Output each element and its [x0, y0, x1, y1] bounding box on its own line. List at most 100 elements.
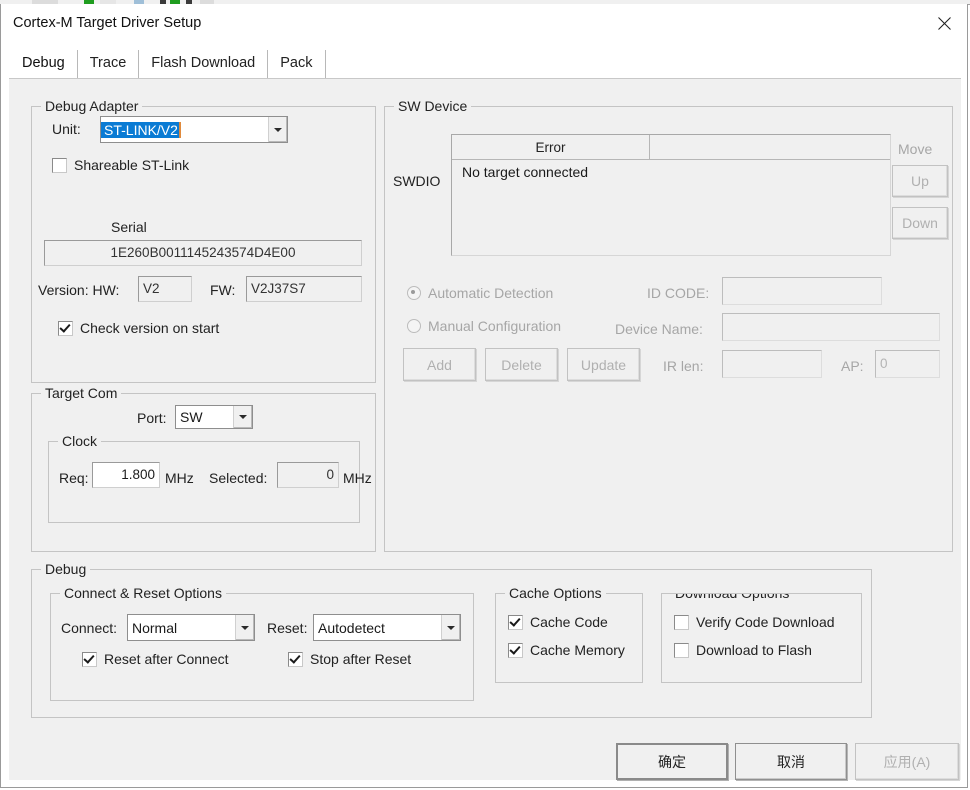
column-header-blank[interactable] [650, 135, 890, 159]
id-code-label: ID CODE: [647, 285, 709, 301]
reset-after-connect-checkbox[interactable]: Reset after Connect [82, 651, 229, 667]
selected-label: Selected: [209, 470, 267, 486]
port-combobox[interactable]: SW [175, 405, 253, 429]
stop-after-reset-checkbox[interactable]: Stop after Reset [288, 651, 411, 667]
chevron-down-icon[interactable] [267, 117, 287, 142]
verify-code-download-checkbox[interactable]: Verify Code Download [674, 614, 835, 630]
chevron-down-icon[interactable] [232, 406, 252, 428]
device-name-label: Device Name: [615, 321, 703, 337]
tab-pack[interactable]: Pack [268, 50, 325, 78]
automatic-detection-radio-circle [407, 286, 421, 300]
sw-device-list-header: Error [452, 135, 890, 160]
shareable-st-link-checkbox[interactable]: Shareable ST-Link [52, 157, 189, 173]
hw-version-field: V2 [138, 276, 192, 302]
connect-label: Connect: [61, 620, 117, 636]
update-button[interactable]: Update [567, 348, 640, 381]
clock-group-title: Clock [58, 433, 101, 449]
debug-options-group-title: Debug [41, 561, 90, 577]
serial-label: Serial [111, 219, 147, 235]
stop-after-reset-label: Stop after Reset [310, 651, 411, 667]
chevron-down-icon[interactable] [234, 615, 254, 640]
debug-options-group: Debug Connect & Reset Options Connect: N… [31, 569, 872, 718]
download-to-flash-checkbox-box [674, 643, 689, 658]
tab-pack-label: Pack [280, 55, 312, 71]
sw-device-list-row[interactable]: No target connected [452, 160, 890, 184]
connect-combobox-value: Normal [128, 615, 234, 640]
manual-configuration-radio[interactable]: Manual Configuration [407, 318, 561, 334]
reset-label: Reset: [267, 620, 307, 636]
ap-field[interactable]: 0 [875, 350, 940, 378]
cache-memory-checkbox-box [508, 643, 523, 658]
cache-memory-checkbox[interactable]: Cache Memory [508, 642, 625, 658]
ir-len-label: IR len: [663, 358, 703, 374]
tab-trace-label: Trace [90, 55, 127, 71]
close-icon[interactable] [921, 4, 967, 42]
tab-debug[interactable]: Debug [9, 50, 78, 78]
cancel-button[interactable]: 取消 [735, 743, 847, 780]
selected-unit-label: MHz [343, 470, 372, 486]
manual-configuration-radio-circle [407, 319, 421, 333]
sw-device-group: SW Device SWDIO Error No target connecte… [384, 106, 953, 552]
check-version-on-start-checkbox[interactable]: Check version on start [58, 320, 219, 336]
ap-label: AP: [841, 358, 864, 374]
delete-button[interactable]: Delete [485, 348, 558, 381]
id-code-field[interactable] [722, 277, 882, 305]
fw-label: FW: [210, 282, 235, 298]
apply-button[interactable]: 应用(A) [855, 743, 959, 780]
window-title: Cortex-M Target Driver Setup [13, 15, 201, 31]
move-down-button[interactable]: Down [892, 207, 948, 239]
tab-strip: Debug Trace Flash Download Pack [9, 50, 326, 78]
sw-device-group-title: SW Device [394, 98, 471, 114]
ir-len-field[interactable] [722, 350, 822, 378]
verify-code-download-checkbox-box [674, 615, 689, 630]
req-clock-field[interactable]: 1.800 [92, 462, 160, 488]
reset-after-connect-checkbox-box [82, 652, 97, 667]
download-to-flash-checkbox[interactable]: Download to Flash [674, 642, 812, 658]
connect-reset-options-group: Connect & Reset Options Connect: Normal … [50, 593, 474, 701]
cache-code-checkbox[interactable]: Cache Code [508, 614, 608, 630]
ok-button[interactable]: 确定 [616, 743, 728, 780]
device-name-field[interactable] [722, 313, 940, 341]
target-com-group: Target Com Port: SW Clock Req: 1.800 MHz… [31, 393, 376, 552]
unit-combobox-value: ST-LINK/V2 [101, 122, 181, 138]
chevron-down-icon[interactable] [440, 615, 460, 640]
move-up-button[interactable]: Up [892, 165, 948, 197]
reset-combobox[interactable]: Autodetect [313, 614, 461, 641]
download-to-flash-label: Download to Flash [696, 642, 812, 658]
port-label: Port: [137, 410, 167, 426]
shareable-st-link-label: Shareable ST-Link [74, 157, 189, 173]
fw-version-field: V2J37S7 [246, 276, 362, 302]
debug-adapter-group: Debug Adapter Unit: ST-LINK/V2 Shareable… [31, 106, 376, 383]
cache-code-label: Cache Code [530, 614, 608, 630]
reset-after-connect-label: Reset after Connect [104, 651, 229, 667]
unit-combobox[interactable]: ST-LINK/V2 [100, 116, 288, 143]
tab-debug-label: Debug [22, 55, 65, 71]
column-header-error[interactable]: Error [452, 135, 650, 159]
unit-combobox-text: ST-LINK/V2 [101, 117, 267, 142]
sw-device-list[interactable]: Error No target connected [451, 134, 891, 256]
tab-trace[interactable]: Trace [78, 50, 140, 78]
add-button[interactable]: Add [403, 348, 476, 381]
download-options-group: Download Options Verify Code Download Do… [661, 593, 862, 683]
port-combobox-value: SW [176, 406, 232, 428]
tab-flash-download-label: Flash Download [151, 55, 255, 71]
tab-flash-download[interactable]: Flash Download [139, 50, 268, 78]
cache-memory-label: Cache Memory [530, 642, 625, 658]
version-hw-label: Version: HW: [38, 282, 119, 298]
req-label: Req: [59, 470, 89, 486]
cache-options-group: Cache Options Cache Code Cache Memory [495, 593, 643, 683]
reset-combobox-value: Autodetect [314, 615, 440, 640]
check-version-on-start-checkbox-box [58, 321, 73, 336]
selected-clock-field: 0 [277, 462, 339, 488]
connect-combobox[interactable]: Normal [127, 614, 255, 641]
automatic-detection-radio[interactable]: Automatic Detection [407, 285, 553, 301]
serial-field: 1E260B0011145243574D4E00 [44, 240, 362, 266]
stop-after-reset-checkbox-box [288, 652, 303, 667]
sw-device-list-cell-error: No target connected [462, 164, 588, 180]
manual-configuration-label: Manual Configuration [428, 318, 561, 334]
automatic-detection-label: Automatic Detection [428, 285, 553, 301]
swdio-label: SWDIO [393, 173, 440, 189]
unit-label: Unit: [52, 121, 81, 137]
check-version-on-start-label: Check version on start [80, 320, 219, 336]
title-bar: Cortex-M Target Driver Setup [1, 4, 967, 42]
